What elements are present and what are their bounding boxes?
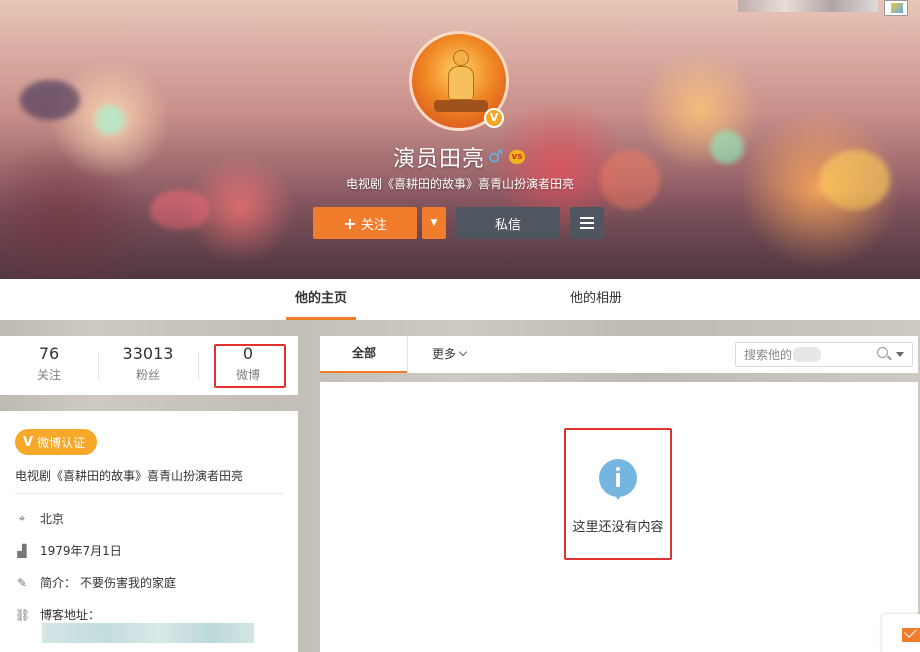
- tab-home[interactable]: 他的主页: [286, 279, 356, 320]
- info-icon: [599, 459, 637, 500]
- intro-label: 简介：: [40, 576, 77, 590]
- feed-tab-more-label: 更多: [432, 347, 457, 361]
- search-redacted: [793, 347, 821, 362]
- info-birthday: ▟ 1979年7月1日: [15, 542, 122, 559]
- verify-badge-label: 微博认证: [37, 435, 86, 450]
- follow-label: 关注: [360, 217, 387, 233]
- location-value: 北京: [40, 512, 65, 526]
- feed-body: 这里还没有内容: [320, 382, 918, 652]
- level-icon[interactable]: vs: [509, 150, 525, 164]
- feed-tab-all[interactable]: 全部: [320, 336, 408, 373]
- stat-fans[interactable]: 33013 粉丝: [99, 342, 197, 388]
- info-blog: ⛓ 博客地址：: [15, 606, 100, 623]
- chevron-down-icon: ▼: [430, 218, 438, 228]
- message-button[interactable]: 私信: [456, 207, 560, 239]
- male-icon: ♂: [488, 147, 504, 167]
- profile-tabbar: 他的主页 他的相册: [0, 279, 920, 320]
- info-intro: ✎ 简介： 不要伤害我的家庭: [15, 574, 176, 591]
- info-location: ⌖ 北京: [15, 510, 64, 527]
- feed-tabbar: 全部 更多: [320, 336, 918, 373]
- profile-bio: 电视剧《喜耕田的故事》喜青山扮演者田亮: [345, 177, 574, 191]
- location-icon: ⌖: [18, 511, 26, 525]
- menu-icon: [580, 217, 594, 219]
- verified-v-icon: V: [23, 434, 34, 450]
- search-icon[interactable]: [877, 347, 888, 358]
- following-label: 关注: [36, 368, 61, 382]
- corner-app-icon[interactable]: [884, 0, 908, 16]
- blog-label: 博客地址：: [40, 608, 101, 622]
- follow-button[interactable]: + 关注: [313, 207, 417, 239]
- search-field: [735, 342, 913, 367]
- fans-count: 33013: [122, 344, 174, 363]
- following-count: 76: [38, 344, 60, 363]
- plus-icon: +: [343, 213, 357, 233]
- search-dropdown-icon[interactable]: [896, 352, 904, 357]
- empty-state-text: 这里还没有内容: [572, 520, 664, 535]
- fans-label: 粉丝: [135, 368, 160, 382]
- intro-value: 不要伤害我的家庭: [80, 576, 177, 590]
- birthday-icon: ▟: [17, 543, 27, 558]
- feed-tab-more[interactable]: 更多: [432, 336, 468, 373]
- link-icon: ⛓: [15, 607, 31, 622]
- verify-description: 电视剧《喜耕田的故事》喜青山扮演者田亮: [15, 469, 244, 483]
- intro-icon: ✎: [16, 575, 28, 590]
- birthday-value: 1979年7月1日: [40, 544, 122, 558]
- top-strip: [738, 0, 878, 12]
- chevron-down-icon: [458, 347, 468, 357]
- verified-icon: V: [484, 108, 504, 128]
- menu-button[interactable]: [570, 207, 604, 239]
- verify-badge[interactable]: V 微博认证: [15, 429, 98, 455]
- mail-icon: [902, 628, 920, 642]
- highlight-box-weibo: [214, 344, 286, 388]
- tab-album[interactable]: 他的相册: [561, 279, 631, 320]
- blog-url-redacted[interactable]: [42, 623, 254, 643]
- floating-mail-button[interactable]: [882, 614, 920, 652]
- info-card: V 微博认证 电视剧《喜耕田的故事》喜青山扮演者田亮 ⌖ 北京 ▟ 1979年7…: [0, 411, 298, 652]
- stat-following[interactable]: 76 关注: [0, 342, 98, 388]
- follow-dropdown-button[interactable]: ▼: [422, 207, 446, 239]
- profile-name: 演员田亮: [393, 147, 486, 172]
